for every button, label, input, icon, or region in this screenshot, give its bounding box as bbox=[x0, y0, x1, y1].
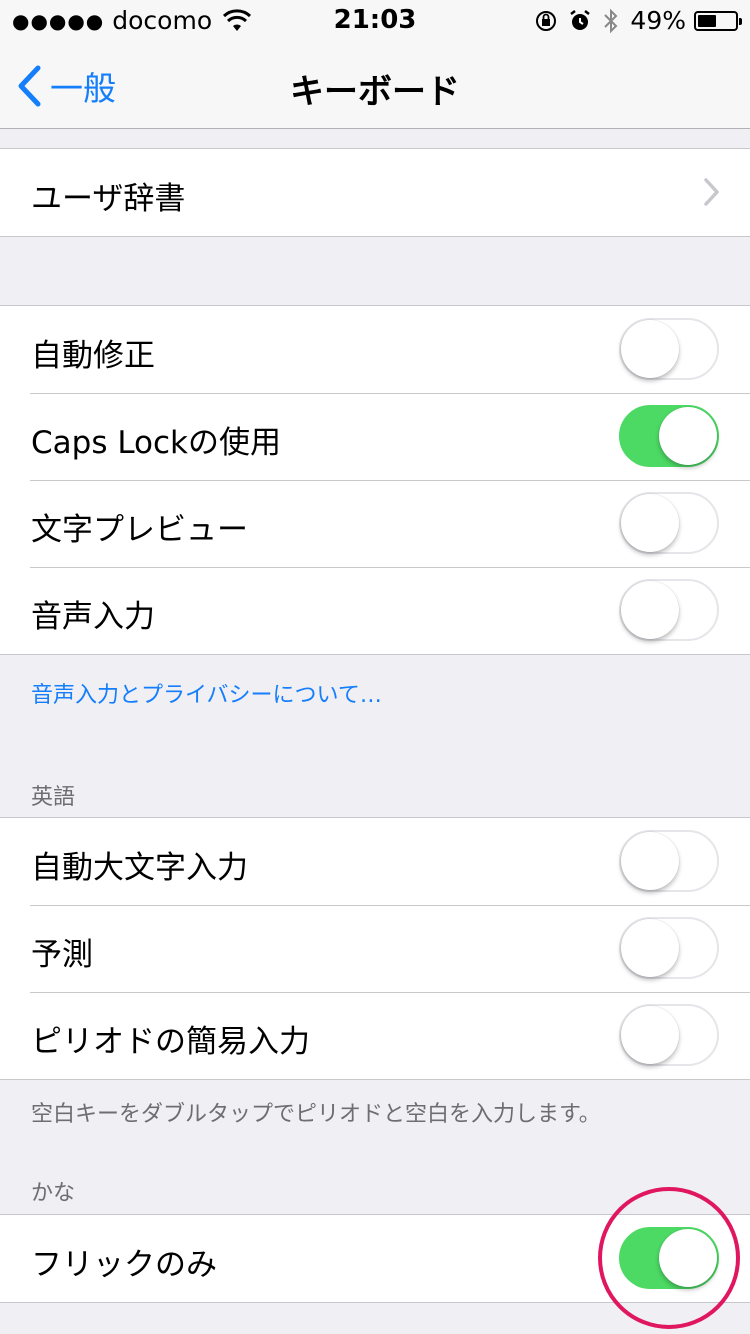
status-bar: ●●●●● docomo 21:03 49% bbox=[0, 0, 750, 40]
user-dictionary-row[interactable]: ユーザ辞書 bbox=[0, 149, 750, 236]
general-toggles-group: 自動修正 Caps Lockの使用 文字プレビュー 音声入力 bbox=[0, 305, 750, 655]
toggle-knob bbox=[621, 320, 679, 378]
navigation-bar: 一般 キーボード bbox=[0, 40, 750, 129]
dictation-row: 音声入力 bbox=[0, 567, 750, 654]
dictation-privacy-link[interactable]: 音声入力とプライバシーについて… bbox=[31, 677, 382, 709]
bluetooth-icon bbox=[604, 8, 618, 33]
highlight-circle-annotation bbox=[598, 1187, 740, 1329]
auto-correction-toggle[interactable] bbox=[619, 318, 719, 380]
predictive-toggle[interactable] bbox=[619, 917, 719, 979]
row-label: 自動修正 bbox=[31, 338, 155, 374]
section-header-kana: かな bbox=[31, 1181, 76, 1206]
section-header-english: 英語 bbox=[31, 785, 76, 810]
chevron-right-icon bbox=[704, 178, 719, 206]
caps-lock-row: Caps Lockの使用 bbox=[0, 393, 750, 480]
toggle-knob bbox=[621, 919, 679, 977]
row-label: ピリオドの簡易入力 bbox=[31, 1024, 310, 1060]
status-right: 49% bbox=[534, 6, 742, 35]
period-shortcut-row: ピリオドの簡易入力 bbox=[0, 992, 750, 1079]
predictive-row: 予測 bbox=[0, 905, 750, 992]
page-title: キーボード bbox=[290, 72, 460, 112]
row-label: フリックのみ bbox=[31, 1247, 217, 1283]
row-label: 予測 bbox=[31, 937, 93, 973]
period-shortcut-note: 空白キーをダブルタップでピリオドと空白を入力します。 bbox=[31, 1102, 601, 1127]
toggle-knob bbox=[621, 832, 679, 890]
auto-capitalization-row: 自動大文字入力 bbox=[0, 818, 750, 905]
toggle-knob bbox=[621, 581, 679, 639]
user-dictionary-group: ユーザ辞書 bbox=[0, 148, 750, 237]
alarm-icon bbox=[570, 9, 591, 30]
period-shortcut-toggle[interactable] bbox=[619, 1004, 719, 1066]
auto-capitalization-toggle[interactable] bbox=[619, 830, 719, 892]
auto-correction-row: 自動修正 bbox=[0, 306, 750, 393]
dictation-toggle[interactable] bbox=[619, 579, 719, 641]
battery-percent: 49% bbox=[630, 6, 686, 35]
english-group: 自動大文字入力 予測 ピリオドの簡易入力 bbox=[0, 817, 750, 1080]
row-label: 文字プレビュー bbox=[31, 512, 248, 548]
toggle-knob bbox=[621, 1006, 679, 1064]
row-label: Caps Lockの使用 bbox=[31, 425, 282, 461]
row-label: 音声入力 bbox=[31, 599, 155, 635]
row-label: 自動大文字入力 bbox=[31, 850, 248, 886]
orientation-lock-icon bbox=[536, 10, 557, 31]
toggle-knob bbox=[659, 407, 717, 465]
toggle-knob bbox=[621, 494, 679, 552]
character-preview-row: 文字プレビュー bbox=[0, 480, 750, 567]
battery-icon bbox=[694, 10, 742, 31]
caps-lock-toggle[interactable] bbox=[619, 405, 719, 467]
character-preview-toggle[interactable] bbox=[619, 492, 719, 554]
row-label: ユーザ辞書 bbox=[31, 181, 186, 217]
